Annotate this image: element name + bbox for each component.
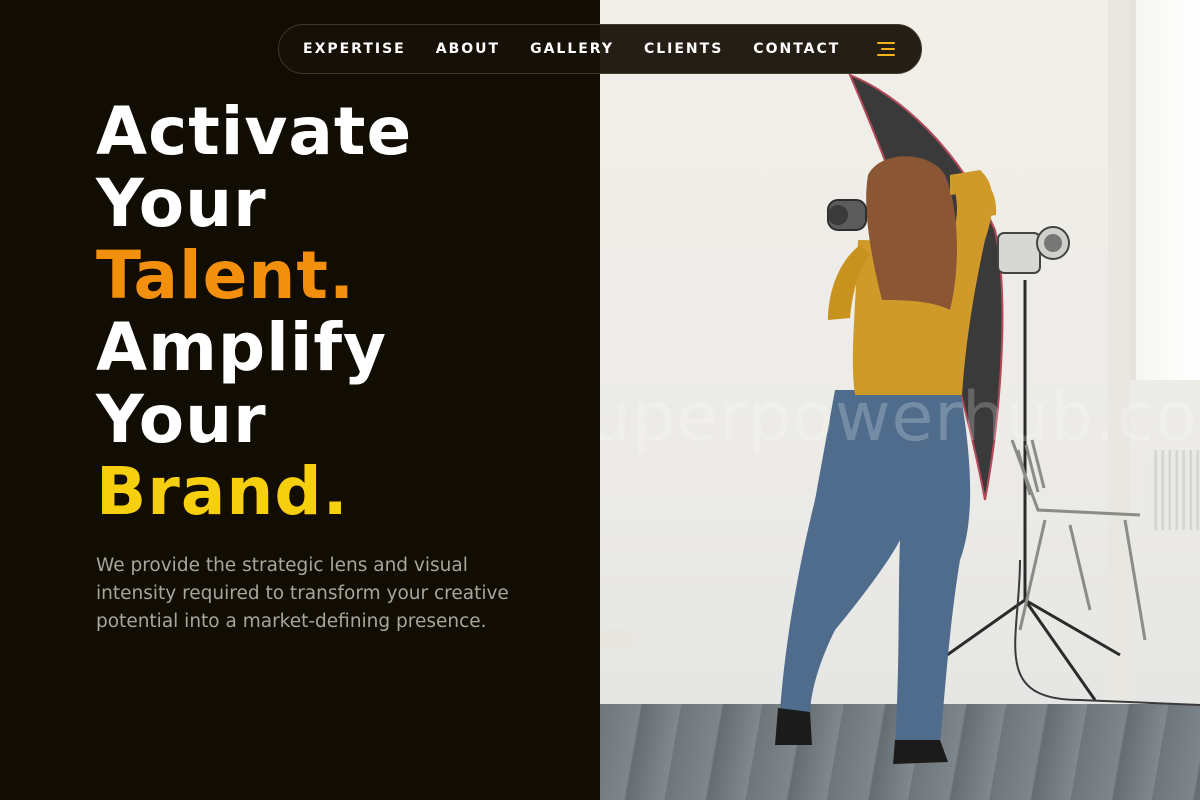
studio-light — [997, 232, 1041, 274]
hamburger-icon[interactable] — [875, 40, 895, 58]
headline-line-activate: Activate — [96, 93, 413, 170]
photographer-shoe-right — [893, 740, 948, 764]
main-navigation: EXPERTISE ABOUT GALLERY CLIENTS CONTACT — [278, 24, 922, 74]
headline-line-brand: Brand. — [96, 453, 349, 530]
hamburger-line — [877, 42, 895, 44]
nav-link-gallery[interactable]: GALLERY — [530, 41, 614, 57]
hero-description: We provide the strategic lens and visual… — [96, 555, 509, 632]
nav-link-contact[interactable]: CONTACT — [753, 41, 840, 57]
hamburger-line — [881, 48, 895, 50]
nav-link-clients[interactable]: CLIENTS — [644, 41, 723, 57]
photographer-hair — [866, 156, 957, 310]
hero-photo: uperpowerhub.co — [600, 0, 1200, 800]
headline-line-amplify: Amplify — [96, 309, 388, 386]
headline-line-talent: Talent. — [96, 237, 356, 314]
headline-line-your-2: Your — [96, 381, 267, 458]
hamburger-line — [877, 54, 895, 56]
hero-headline: Activate Your Talent. Amplify Your Brand… — [96, 96, 412, 528]
nav-link-expertise[interactable]: EXPERTISE — [303, 41, 406, 57]
nav-link-about[interactable]: ABOUT — [436, 41, 500, 57]
headline-line-your: Your — [96, 165, 267, 242]
photographer-shoe-left — [775, 708, 812, 745]
photo-watermark: uperpowerhub.co — [600, 378, 1198, 457]
